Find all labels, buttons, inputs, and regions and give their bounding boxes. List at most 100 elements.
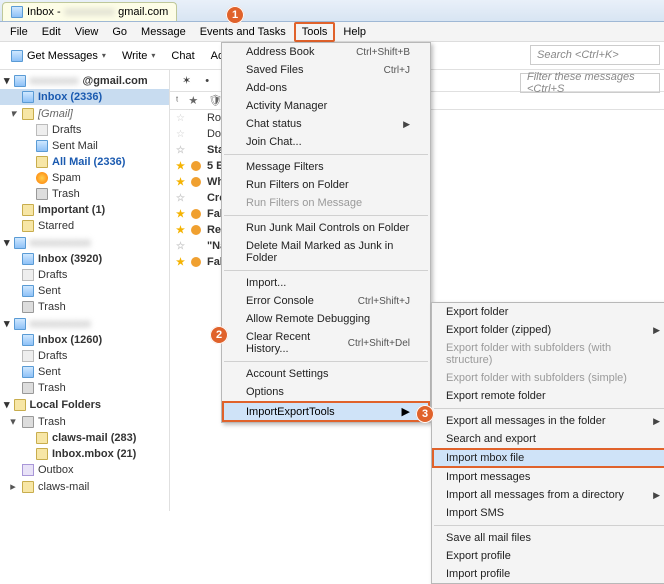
menu-item[interactable]: Allow Remote Debugging [222,310,430,328]
folder-inbox-2[interactable]: Inbox (3920) [0,251,169,267]
menu-item[interactable]: Address BookCtrl+Shift+B [222,43,430,61]
chat-button[interactable]: Chat [164,46,201,66]
filter-input[interactable]: Filter these messages <Ctrl+S [520,73,660,93]
folder-trash-3[interactable]: Trash [0,380,169,396]
menu-item[interactable]: Import SMS [432,504,664,522]
menu-item[interactable]: Error ConsoleCtrl+Shift+J [222,292,430,310]
folder-sent[interactable]: Sent Mail [0,138,169,154]
folder-claws-mail[interactable]: claws-mail (283) [0,430,169,446]
menu-help[interactable]: Help [337,24,372,40]
menu-label: Allow Remote Debugging [246,313,370,325]
folder-drafts-2[interactable]: Drafts [0,267,169,283]
menu-view[interactable]: View [69,24,105,40]
folder-icon [22,108,34,120]
folder-spam[interactable]: Spam [0,170,169,186]
star-icon[interactable]: ☆ [176,241,185,252]
folder-inbox-mbox[interactable]: Inbox.mbox (21) [0,446,169,462]
menu-item[interactable]: Chat status▶ [222,115,430,133]
folder-drafts[interactable]: Drafts [0,122,169,138]
menu-item[interactable]: Message Filters [222,158,430,176]
folder-trash-2[interactable]: Trash [0,299,169,315]
menu-item[interactable]: Join Chat... [222,133,430,151]
menu-item[interactable]: Account Settings [222,365,430,383]
folder-label: claws-mail (283) [52,432,136,444]
menu-tools[interactable]: Tools [294,22,336,42]
menu-edit[interactable]: Edit [36,24,67,40]
star-icon[interactable]: ☆ [176,113,185,124]
menu-item[interactable]: Import profile [432,565,664,583]
trash-icon [22,416,34,428]
get-messages-button[interactable]: Get Messages ▾ [4,46,113,66]
menu-label: Run Filters on Message [246,197,362,209]
folder-starred[interactable]: Starred [0,218,169,234]
star-icon[interactable]: ★ [176,161,185,172]
folder-local-trash[interactable]: ▾Trash [0,413,169,430]
folder-label: Trash [38,301,66,313]
tab-inbox[interactable]: Inbox - xxxxxxxxx gmail.com [2,2,177,21]
account-1[interactable]: ▾ xxxxxxxx @gmail.com [0,72,169,89]
folder-outbox[interactable]: Outbox [0,462,169,478]
folder-sent-3[interactable]: Sent [0,364,169,380]
folder-label: Drafts [38,350,67,362]
menu-item[interactable]: Options [222,383,430,401]
trash-icon [22,382,34,394]
menu-events-tasks[interactable]: Events and Tasks [194,24,292,40]
write-label: Write [122,50,147,62]
folder-trash[interactable]: Trash [0,186,169,202]
menu-item[interactable]: Import... [222,274,430,292]
menu-item[interactable]: Export profile [432,547,664,565]
search-input[interactable]: Search <Ctrl+K> [530,45,660,65]
folder-gmail[interactable]: ▾[Gmail] [0,105,169,122]
account-2[interactable]: ▾xxxxxxxxxx [0,234,169,251]
menu-import-mbox-file[interactable]: Import mbox file [432,448,664,468]
account-3[interactable]: ▾xxxxxxxxxx [0,315,169,332]
menu-item[interactable]: Delete Mail Marked as Junk in Folder [222,237,430,267]
col-thread[interactable]: ᵗ [176,95,178,107]
folder-label: Trash [52,188,80,200]
folder-label: Inbox (1260) [38,334,102,346]
filter-placeholder: Filter these messages <Ctrl+S [527,71,653,95]
menu-label: ImportExportTools [246,406,335,418]
unread-dot-icon [191,161,201,171]
star-icon[interactable]: ★ [176,225,185,236]
menu-file[interactable]: File [4,24,34,40]
get-messages-label: Get Messages [27,50,98,62]
menu-item[interactable]: Run Junk Mail Controls on Folder [222,219,430,237]
menu-item[interactable]: Export all messages in the folder▶ [432,412,664,430]
menu-item[interactable]: Activity Manager [222,97,430,115]
menu-message[interactable]: Message [135,24,192,40]
menu-item[interactable]: Export folder (zipped)▶ [432,321,664,339]
star-icon[interactable]: ☆ [176,129,185,140]
menu-item[interactable]: Export folder [432,303,664,321]
star-icon[interactable]: ☆ [176,145,185,156]
folder-inbox[interactable]: Inbox (2336) [0,89,169,105]
star-icon[interactable]: ☆ [176,193,185,204]
folder-icon [36,156,48,168]
local-folders[interactable]: ▾Local Folders [0,396,169,413]
menu-item[interactable]: Run Filters on Folder [222,176,430,194]
menu-item[interactable]: Import messages [432,468,664,486]
menu-item[interactable]: Export remote folder [432,387,664,405]
folder-sent-2[interactable]: Sent [0,283,169,299]
folder-inbox-3[interactable]: Inbox (1260) [0,332,169,348]
col-star[interactable]: ★ [188,94,198,107]
menu-item[interactable]: Save all mail files [432,529,664,547]
folder-all-mail[interactable]: All Mail (2336) [0,154,169,170]
star-icon[interactable]: ★ [176,209,185,220]
star-icon[interactable]: ★ [176,177,185,188]
menu-item[interactable]: Saved FilesCtrl+J [222,61,430,79]
folder-claws-mail-2[interactable]: ▸claws-mail [0,478,169,495]
folder-important[interactable]: Important (1) [0,202,169,218]
menu-import-export-tools[interactable]: ImportExportTools▶ [222,401,430,422]
unread-dot-icon [191,257,201,267]
menu-item[interactable]: Add-ons [222,79,430,97]
folder-drafts-3[interactable]: Drafts [0,348,169,364]
write-button[interactable]: Write ▾ [115,46,162,66]
star-icon[interactable]: ★ [176,257,185,268]
menu-item[interactable]: Search and export [432,430,664,448]
qf-toggle[interactable]: ✶ [176,73,197,88]
menu-item[interactable]: Clear Recent History...Ctrl+Shift+Del [222,328,430,358]
account-suffix: @gmail.com [82,75,147,87]
menu-go[interactable]: Go [106,24,133,40]
menu-item[interactable]: Import all messages from a directory▶ [432,486,664,504]
